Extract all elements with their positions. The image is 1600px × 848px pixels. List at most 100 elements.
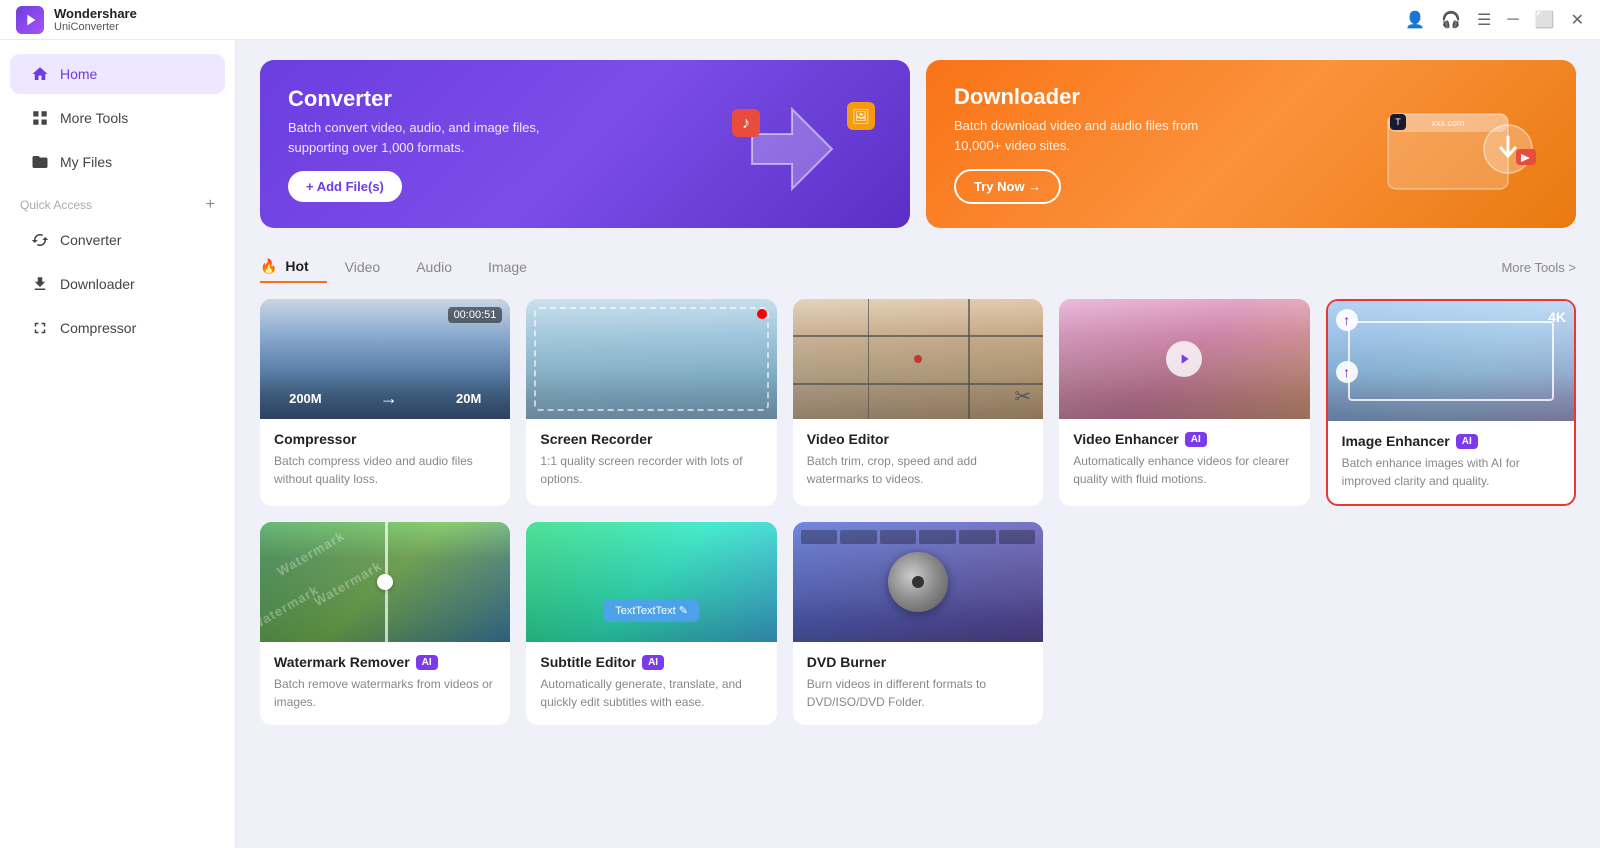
- menu-icon[interactable]: ☰: [1477, 10, 1491, 30]
- sidebar-item-my-files[interactable]: My Files: [10, 142, 225, 182]
- tab-hot[interactable]: 🔥 Hot: [260, 252, 327, 283]
- tool-card-subtitle-editor[interactable]: TextTextText ✎ Subtitle Editor AI Automa…: [526, 522, 776, 725]
- downloader-banner-title: Downloader: [954, 84, 1214, 110]
- headset-icon[interactable]: 🎧: [1441, 10, 1461, 30]
- sidebar-converter-label: Converter: [60, 232, 121, 248]
- banners-row: Converter Batch convert video, audio, an…: [260, 60, 1576, 228]
- video-editor-title: Video Editor: [807, 431, 1029, 447]
- dvd-burner-title: DVD Burner: [807, 654, 1029, 670]
- quick-access-label: Quick Access: [20, 198, 92, 212]
- tab-image-label: Image: [488, 259, 527, 275]
- watermark-handle: [377, 574, 393, 590]
- image-enhancer-thumb: 4K ↑ ↑: [1328, 301, 1574, 421]
- downloader-banner-desc: Batch download video and audio files fro…: [954, 116, 1214, 155]
- dvd-burner-thumb: [793, 522, 1043, 642]
- tool-card-compressor[interactable]: 00:00:51 200M → 20M Compressor Batch com…: [260, 299, 510, 506]
- image-enhancer-title: Image Enhancer AI: [1342, 433, 1560, 449]
- sidebar-item-downloader[interactable]: Downloader: [10, 264, 225, 304]
- compressor-title: Compressor: [274, 431, 496, 447]
- video-enhancer-info: Video Enhancer AI Automatically enhance …: [1059, 419, 1309, 502]
- video-editor-desc: Batch trim, crop, speed and add watermar…: [807, 452, 1029, 488]
- quick-access-add-icon[interactable]: +: [206, 196, 215, 214]
- image-enhancer-inner-frame: [1348, 321, 1554, 401]
- tab-audio[interactable]: Audio: [398, 253, 470, 283]
- sidebar: Home More Tools My Files Quick Access + …: [0, 40, 236, 848]
- tab-video[interactable]: Video: [327, 253, 399, 283]
- fire-icon: 🔥: [260, 258, 277, 274]
- window-controls: 👤 🎧 ☰ ─ ⬜ ✕: [1405, 10, 1584, 30]
- video-enhancer-title: Video Enhancer AI: [1073, 431, 1295, 447]
- tools-grid: 00:00:51 200M → 20M Compressor Batch com…: [260, 299, 1576, 725]
- converter-add-files-button[interactable]: + Add File(s): [288, 171, 402, 202]
- converter-banner[interactable]: Converter Batch convert video, audio, an…: [260, 60, 910, 228]
- image-enhancer-info: Image Enhancer AI Batch enhance images w…: [1328, 421, 1574, 504]
- app-logo-area: Wondershare UniConverter: [16, 6, 137, 34]
- tool-card-video-enhancer[interactable]: Video Enhancer AI Automatically enhance …: [1059, 299, 1309, 506]
- folder-icon: [30, 152, 50, 172]
- svg-text:T: T: [1395, 117, 1401, 127]
- more-tools-link[interactable]: More Tools >: [1501, 260, 1576, 275]
- tab-audio-label: Audio: [416, 259, 452, 275]
- tab-image[interactable]: Image: [470, 253, 545, 283]
- tab-video-label: Video: [345, 259, 381, 275]
- grid-icon: [30, 108, 50, 128]
- converter-banner-graphic: ♪ 🖼: [722, 94, 882, 194]
- ai-badge: AI: [1456, 434, 1478, 449]
- compressor-thumb: 00:00:51 200M → 20M: [260, 299, 510, 419]
- sidebar-item-home[interactable]: Home: [10, 54, 225, 94]
- size-to: 20M: [456, 391, 481, 406]
- tool-card-video-editor[interactable]: ✂ Video Editor Batch trim, crop, speed a…: [793, 299, 1043, 506]
- converter-banner-text: Converter Batch convert video, audio, an…: [288, 86, 548, 202]
- tools-section: 🔥 Hot Video Audio Image More Tools >: [260, 252, 1576, 725]
- sidebar-item-more-tools[interactable]: More Tools: [10, 98, 225, 138]
- watermark-remover-thumb: Watermark Watermark Watermark: [260, 522, 510, 642]
- video-enhancer-desc: Automatically enhance videos for clearer…: [1073, 452, 1295, 488]
- sidebar-item-compressor[interactable]: Compressor: [10, 308, 225, 348]
- recording-dot-icon: [757, 309, 767, 319]
- downloader-banner-graphic: xxx.com T: [1368, 94, 1548, 194]
- subtitle-editor-thumb: TextTextText ✎: [526, 522, 776, 642]
- home-icon: [30, 64, 50, 84]
- sidebar-compressor-label: Compressor: [60, 320, 136, 336]
- video-editor-info: Video Editor Batch trim, crop, speed and…: [793, 419, 1043, 502]
- titlebar: Wondershare UniConverter 👤 🎧 ☰ ─ ⬜ ✕: [0, 0, 1600, 40]
- compressor-icon: [30, 318, 50, 338]
- sidebar-more-tools-label: More Tools: [60, 110, 128, 126]
- maximize-icon[interactable]: ⬜: [1535, 10, 1555, 30]
- tabs-row: 🔥 Hot Video Audio Image: [260, 252, 545, 283]
- tool-card-dvd-burner[interactable]: DVD Burner Burn videos in different form…: [793, 522, 1043, 725]
- watermark-text-3: Watermark: [260, 582, 322, 633]
- dvd-hole: [912, 576, 924, 588]
- watermark-text-2: Watermark: [311, 558, 384, 609]
- ai-badge: AI: [642, 655, 664, 670]
- app-body: Home More Tools My Files Quick Access + …: [0, 40, 1600, 848]
- subtitle-text-preview: TextTextText ✎: [603, 599, 700, 622]
- tool-card-image-enhancer[interactable]: 4K ↑ ↑ Image Enhancer AI: [1326, 299, 1576, 506]
- screen-recorder-desc: 1:1 quality screen recorder with lots of…: [540, 452, 762, 488]
- subtitle-editor-info: Subtitle Editor AI Automatically generat…: [526, 642, 776, 725]
- downloader-icon: [30, 274, 50, 294]
- sidebar-downloader-label: Downloader: [60, 276, 135, 292]
- dvd-burner-info: DVD Burner Burn videos in different form…: [793, 642, 1043, 725]
- sidebar-item-converter[interactable]: Converter: [10, 220, 225, 260]
- downloader-try-now-button[interactable]: Try Now →: [954, 169, 1061, 204]
- watermark-text-1: Watermark: [274, 528, 347, 579]
- tool-card-watermark-remover[interactable]: Watermark Watermark Watermark Watermark …: [260, 522, 510, 725]
- tool-card-screen-recorder[interactable]: Screen Recorder 1:1 quality screen recor…: [526, 299, 776, 506]
- app-subtitle: UniConverter: [54, 21, 137, 33]
- profile-icon[interactable]: 👤: [1405, 10, 1425, 30]
- compress-arrow-icon: →: [380, 388, 398, 409]
- app-brand: Wondershare: [54, 6, 137, 22]
- close-icon[interactable]: ✕: [1571, 10, 1584, 30]
- image-enhancer-desc: Batch enhance images with AI for improve…: [1342, 454, 1560, 490]
- compressor-info: Compressor Batch compress video and audi…: [260, 419, 510, 502]
- main-content: Converter Batch convert video, audio, an…: [236, 40, 1600, 848]
- minimize-icon[interactable]: ─: [1507, 11, 1518, 29]
- downloader-banner[interactable]: Downloader Batch download video and audi…: [926, 60, 1576, 228]
- tab-hot-label: Hot: [285, 258, 308, 274]
- play-button-icon: [1166, 341, 1202, 377]
- compressor-desc: Batch compress video and audio files wit…: [274, 452, 496, 488]
- quick-access-section: Quick Access +: [0, 184, 235, 218]
- screen-recorder-info: Screen Recorder 1:1 quality screen recor…: [526, 419, 776, 502]
- watermark-remover-info: Watermark Remover AI Batch remove waterm…: [260, 642, 510, 725]
